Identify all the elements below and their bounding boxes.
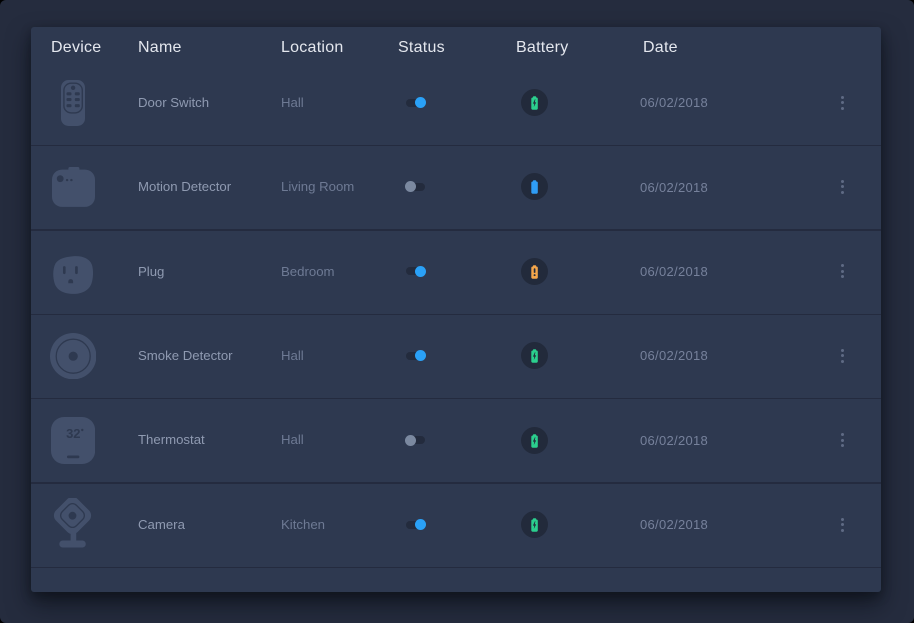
svg-text:32: 32	[66, 425, 80, 440]
